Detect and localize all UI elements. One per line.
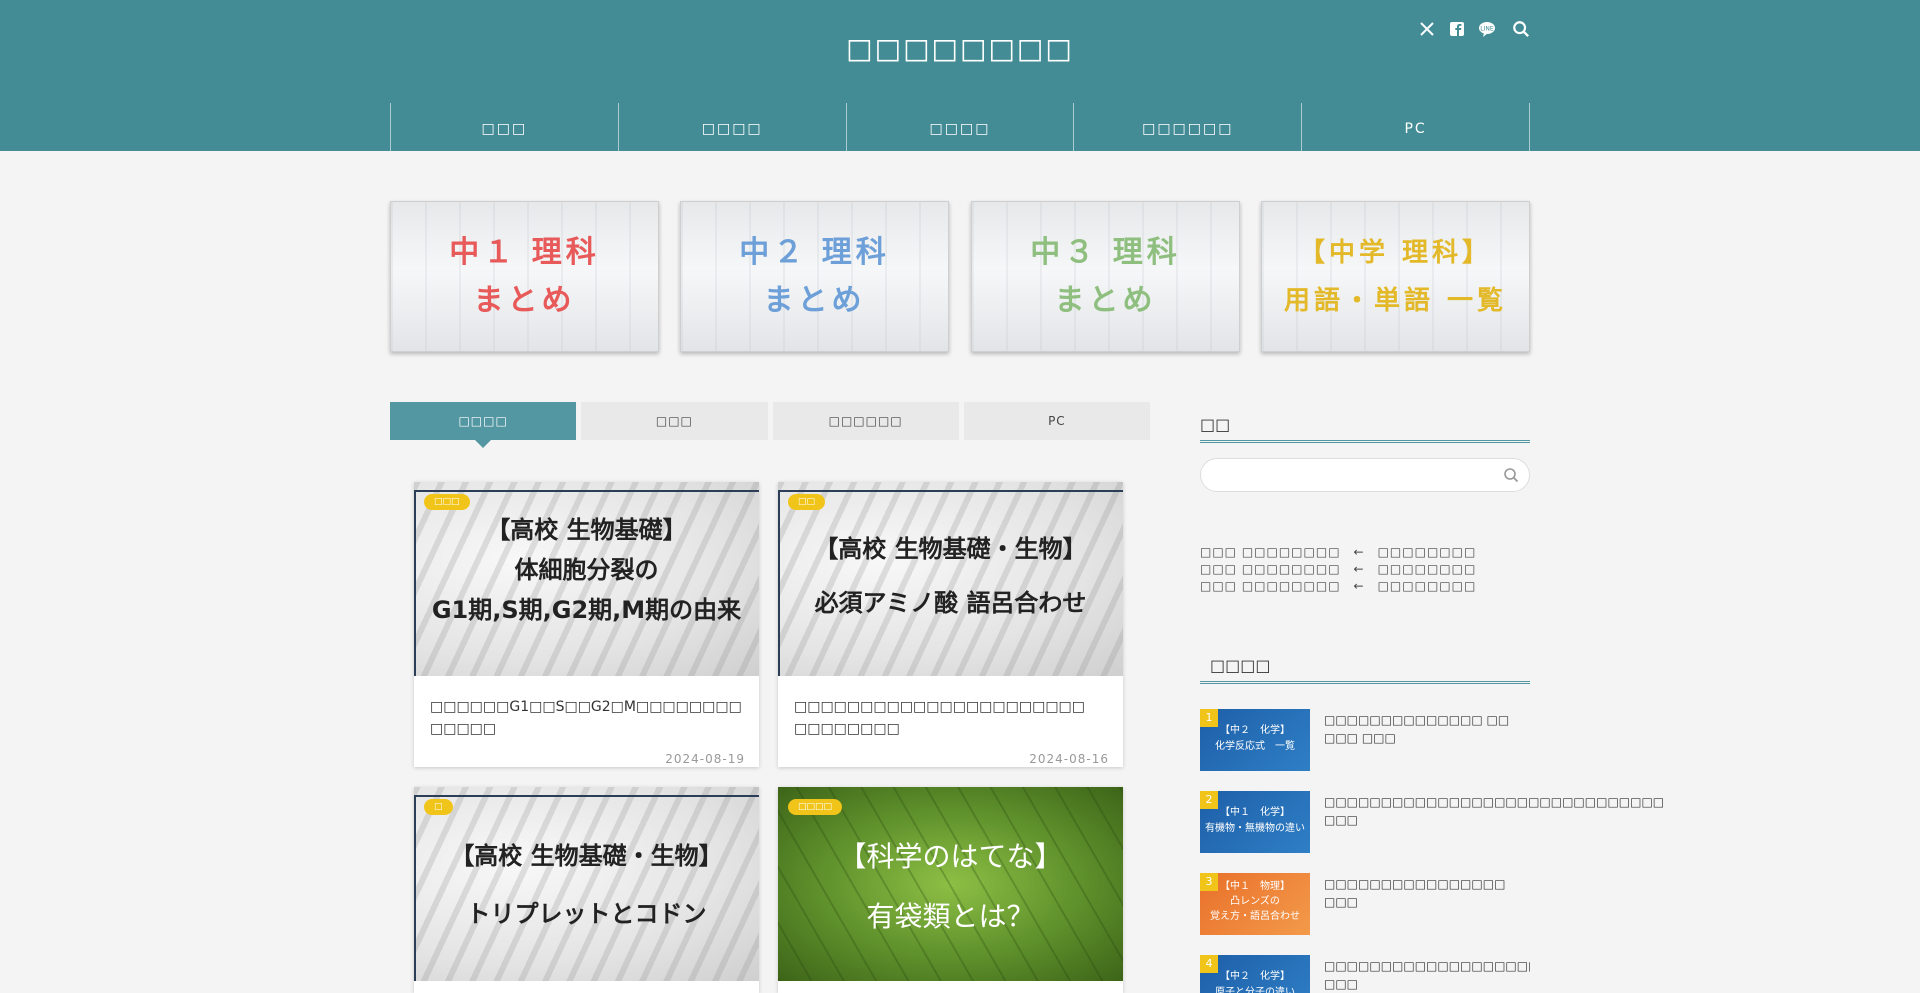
recent-comment-line[interactable]: □□□ □□□□□□□□ ← □□□□□□□□ xyxy=(1200,577,1476,594)
thumb-line: 覚え方・語呂合わせ xyxy=(1210,911,1300,922)
thumb-line: 【中２ 化学】 xyxy=(1220,725,1290,736)
thumb-line: 有袋類とは？ xyxy=(866,900,1035,933)
ranking-thumbnail[interactable]: 1 【中２ 化学】 化学反応式 一覧 xyxy=(1200,709,1310,771)
post-card-1[interactable]: 【高校 生物基礎】 体細胞分裂の G1期,S期,G2期,M期の由来 □□□ □□… xyxy=(414,482,759,767)
banner-yougo-ichiran[interactable]: 【中学 理科】 用語・単語 一覧 xyxy=(1261,201,1530,352)
recent-comment-line[interactable]: □□□ □□□□□□□□ ← □□□□□□□□ xyxy=(1200,543,1476,560)
post-date: 2024-08-19 xyxy=(665,752,745,766)
thumb-line: 【中１ 化学】 xyxy=(1220,807,1290,818)
tab-3[interactable]: □□□□□□ xyxy=(772,402,959,440)
thumb-line: 化学反応式 一覧 xyxy=(1215,741,1295,752)
thumb-line: 原子と分子の違い xyxy=(1215,987,1295,993)
ranking-title[interactable]: □□□□□□□□□□□□□□□□□□□□□□□□□□□□□□ □□□ xyxy=(1324,793,1664,829)
global-nav: □□□ □□□□ □□□□ □□□□□□ PC xyxy=(390,103,1530,151)
rank-thumb-text: 【中１ 化学】 有機物・無機物の違い xyxy=(1200,805,1310,837)
post-title[interactable]: □□□□□□G1□□S□□G2□M□□□□□□□□ □□□□□ xyxy=(414,676,759,742)
search-icon[interactable] xyxy=(1503,467,1519,483)
post-thumbnail[interactable]: 【科学のはてな】 有袋類とは？ □□□□ xyxy=(778,787,1123,981)
banner-chu2-rika[interactable]: 中２ 理科 まとめ xyxy=(680,201,949,352)
banner-line1: 中１ 理科 xyxy=(449,234,600,270)
banner-line2: まとめ xyxy=(473,282,576,318)
thumb-line: トリプレットとコドン xyxy=(466,900,707,928)
ranking-thumbnail[interactable]: 4 【中２ 化学】 原子と分子の違い xyxy=(1200,955,1310,993)
banner-line2: まとめ xyxy=(763,282,866,318)
site-header: □□□□□□□□ LINE □□□ □□□□ □□□□ □□□□□□ PC xyxy=(0,0,1920,151)
post-thumbnail[interactable]: 【高校 生物基礎】 体細胞分裂の G1期,S期,G2期,M期の由来 □□□ xyxy=(414,482,759,676)
post-thumbnail[interactable]: 【高校 生物基礎・生物】 必須アミノ酸 語呂合わせ □□ xyxy=(778,482,1123,676)
category-badge[interactable]: □□ xyxy=(788,494,826,510)
thumb-line: 必須アミノ酸 語呂合わせ xyxy=(814,589,1087,617)
post-title[interactable]: □□□□□□□□□□□□□□□□□□□□□□ □□□□□□□□ xyxy=(778,676,1123,742)
ranking-title[interactable]: □□□□□□□□□□□□□□ □□ □□□ □□□ xyxy=(1324,711,1530,747)
category-badge[interactable]: □□□□ xyxy=(788,799,843,815)
category-badge[interactable]: □ xyxy=(424,799,453,815)
banner-line2: 用語・単語 一覧 xyxy=(1283,285,1508,316)
thumb-line: 【高校 生物基礎・生物】 xyxy=(450,842,723,870)
post-thumbnail[interactable]: 【高校 生物基礎・生物】 トリプレットとコドン □ xyxy=(414,787,759,981)
line-icon[interactable]: LINE xyxy=(1478,20,1496,38)
sidebar-ranking-heading: □□□□ xyxy=(1200,656,1530,684)
thumb-text: 【科学のはてな】 有袋類とは？ xyxy=(778,827,1123,947)
ranking-item-3[interactable]: 3 【中１ 物理】 凸レンズの 覚え方・語呂合わせ □□□□□□□□□□□□□□… xyxy=(1200,873,1530,935)
tab-pc[interactable]: PC xyxy=(963,402,1150,440)
rank-thumb-text: 【中２ 化学】 化学反応式 一覧 xyxy=(1200,723,1310,755)
recent-comment-line[interactable]: □□□ □□□□□□□□ ← □□□□□□□□ xyxy=(1200,560,1476,577)
thumb-line: G1期,S期,G2期,M期の由来 xyxy=(431,596,742,624)
thumb-text: 【高校 生物基礎・生物】 トリプレットとコドン xyxy=(414,827,759,943)
post-card-4[interactable]: 【科学のはてな】 有袋類とは？ □□□□ xyxy=(778,787,1123,993)
rank-thumb-text: 【中２ 化学】 原子と分子の違い xyxy=(1200,969,1310,993)
header-social-icons: LINE xyxy=(1418,20,1530,38)
post-card-2[interactable]: 【高校 生物基礎・生物】 必須アミノ酸 語呂合わせ □□ □□□□□□□□□□□… xyxy=(778,482,1123,767)
svg-text:LINE: LINE xyxy=(1480,26,1494,33)
sidebar-search-input[interactable] xyxy=(1200,458,1530,492)
banner-line1: 中３ 理科 xyxy=(1030,234,1181,270)
thumb-line: 有機物・無機物の違い xyxy=(1205,823,1305,834)
post-card-3[interactable]: 【高校 生物基礎・生物】 トリプレットとコドン □ xyxy=(414,787,759,993)
nav-item-2[interactable]: □□□□ xyxy=(617,103,846,151)
ranking-item-4[interactable]: 4 【中２ 化学】 原子と分子の違い □□□□□□□□□□□□□□□□□□ □□□… xyxy=(1200,955,1530,993)
post-date: 2024-08-16 xyxy=(1029,752,1109,766)
thumb-line: 【中２ 化学】 xyxy=(1220,971,1290,982)
ranking-title[interactable]: □□□□□□□□□□□□□□□□□□□□□□□□ □□□ xyxy=(1324,957,1530,993)
sidebar-search-heading: □□ xyxy=(1200,415,1530,443)
thumb-line: 【高校 生物基礎】 xyxy=(486,516,687,544)
thumb-line: 【中１ 物理】 xyxy=(1220,881,1290,892)
ranking-thumbnail[interactable]: 3 【中１ 物理】 凸レンズの 覚え方・語呂合わせ xyxy=(1200,873,1310,935)
banner-line2: まとめ xyxy=(1054,282,1157,318)
thumb-line: 【高校 生物基礎・生物】 xyxy=(814,535,1087,563)
category-tabs: □□□□ □□□ □□□□□□ PC xyxy=(390,402,1150,448)
header-search-icon[interactable] xyxy=(1512,20,1530,38)
category-badge[interactable]: □□□ xyxy=(424,494,470,510)
thumb-line: 凸レンズの xyxy=(1230,896,1280,907)
nav-item-4[interactable]: □□□□□□ xyxy=(1073,103,1301,151)
x-icon[interactable] xyxy=(1418,20,1436,38)
nav-item-3[interactable]: □□□□ xyxy=(845,103,1074,151)
site-title[interactable]: □□□□□□□□ xyxy=(0,32,1920,65)
thumb-line: 【科学のはてな】 xyxy=(838,840,1063,873)
ranking-thumbnail[interactable]: 2 【中１ 化学】 有機物・無機物の違い xyxy=(1200,791,1310,853)
ranking-item-2[interactable]: 2 【中１ 化学】 有機物・無機物の違い □□□□□□□□□□□□□□□□□□□… xyxy=(1200,791,1664,853)
thumb-text: 【高校 生物基礎・生物】 必須アミノ酸 語呂合わせ xyxy=(778,522,1123,630)
tab-1[interactable]: □□□□ xyxy=(390,402,577,448)
rank-thumb-text: 【中１ 物理】 凸レンズの 覚え方・語呂合わせ xyxy=(1200,879,1310,924)
thumb-line: 体細胞分裂の xyxy=(514,556,659,584)
tab-2[interactable]: □□□ xyxy=(581,402,768,440)
nav-item-1[interactable]: □□□ xyxy=(390,103,618,151)
ranking-title[interactable]: □□□□□□□□□□□□□□□□ □□□ xyxy=(1324,875,1530,911)
banner-chu1-rika[interactable]: 中１ 理科 まとめ xyxy=(390,201,659,352)
nav-item-pc[interactable]: PC xyxy=(1301,103,1530,151)
facebook-icon[interactable] xyxy=(1448,20,1466,38)
ranking-item-1[interactable]: 1 【中２ 化学】 化学反応式 一覧 □□□□□□□□□□□□□□ □□ □□□… xyxy=(1200,709,1530,771)
banner-line1: 【中学 理科】 xyxy=(1298,237,1493,268)
banner-line1: 中２ 理科 xyxy=(739,234,890,270)
thumb-text: 【高校 生物基礎】 体細胞分裂の G1期,S期,G2期,M期の由来 xyxy=(414,510,759,630)
banner-chu3-rika[interactable]: 中３ 理科 まとめ xyxy=(971,201,1240,352)
